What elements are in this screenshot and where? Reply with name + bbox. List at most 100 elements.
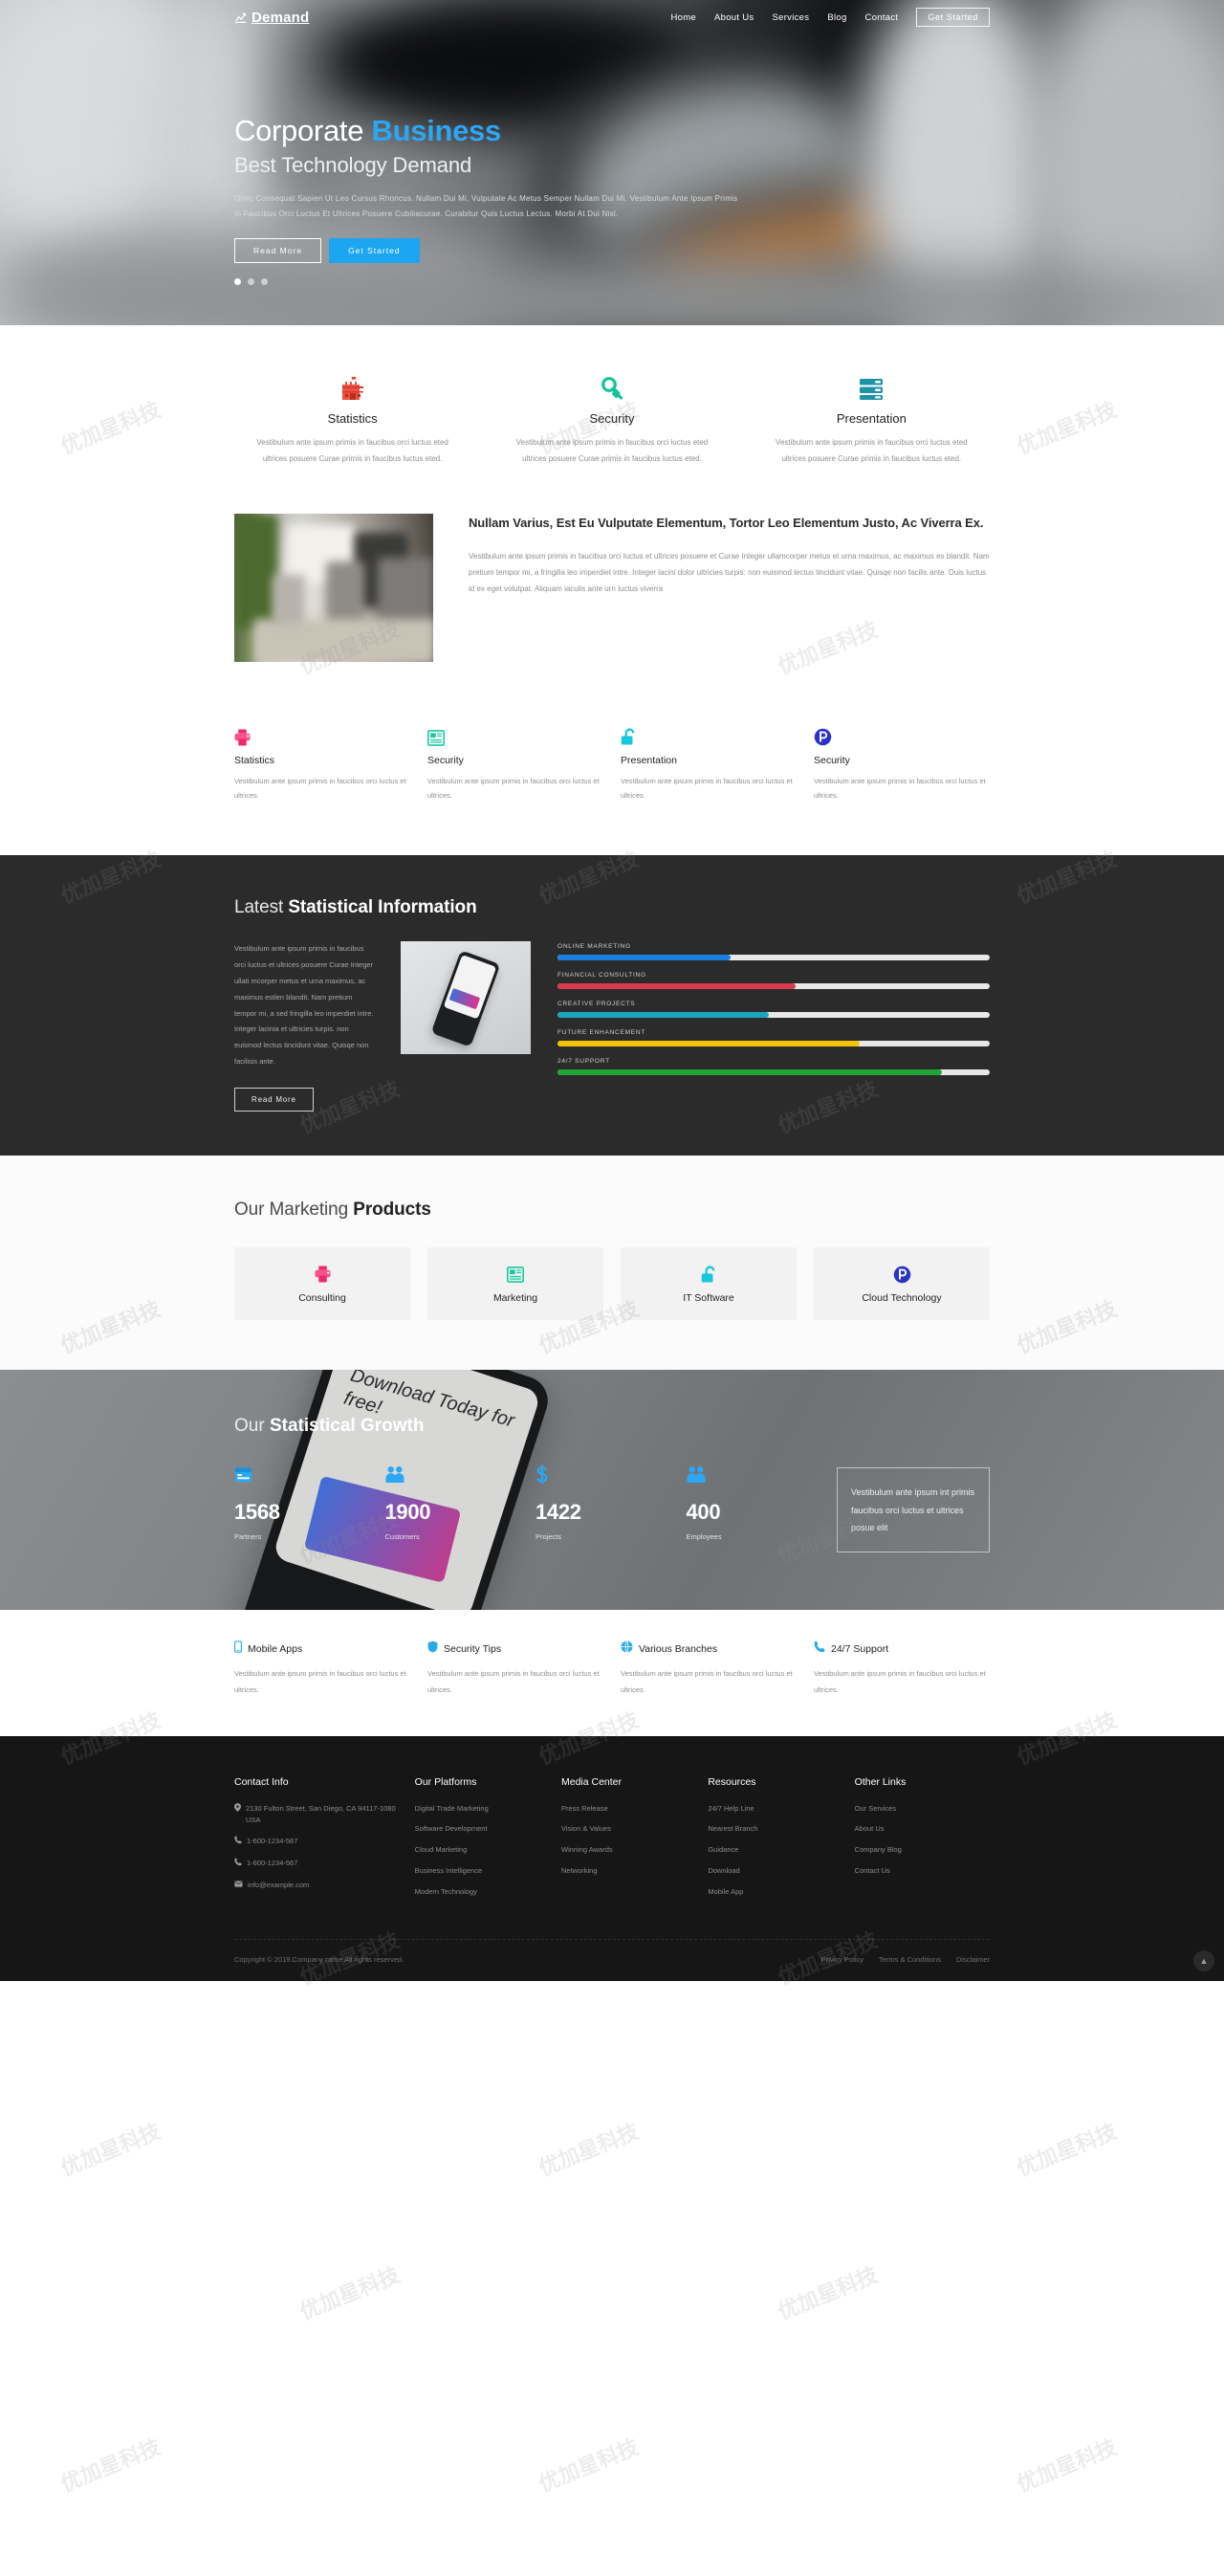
- nav-item-about-us[interactable]: About Us: [714, 12, 754, 23]
- footer-heading: Resources: [708, 1775, 756, 1788]
- feature-item[interactable]: Security Vestibulum ante ipsum primis in…: [814, 721, 990, 804]
- feature-item[interactable]: Security Vestibulum ante ipsum primis in…: [427, 721, 603, 804]
- service-item[interactable]: Security Tips Vestibulum ante ipsum prim…: [427, 1640, 603, 1697]
- footer-phone[interactable]: 1-600-1234-567: [234, 1836, 404, 1849]
- heading-bold: Statistical Information: [288, 897, 477, 918]
- hero-banner: Demand Home About Us Services Blog Conta…: [0, 0, 1224, 325]
- hero-read-more-button[interactable]: Read More: [234, 238, 322, 264]
- product-card[interactable]: IT Software: [621, 1247, 797, 1321]
- footer-link-item[interactable]: Software Development: [415, 1823, 550, 1836]
- carousel-dot-2[interactable]: [248, 278, 254, 286]
- footer-link-item[interactable]: Contact Us: [855, 1865, 990, 1878]
- footer-link-item[interactable]: Winning Awards: [561, 1844, 696, 1857]
- globe-icon: [621, 1640, 633, 1658]
- footer-link[interactable]: Modern Technology: [415, 1886, 477, 1899]
- footer-link[interactable]: Mobile App: [708, 1886, 743, 1899]
- footer-link[interactable]: Cloud Marketing: [415, 1844, 468, 1857]
- nav-item-home[interactable]: Home: [670, 12, 696, 23]
- footer-link-item[interactable]: Vision & Values: [561, 1823, 696, 1836]
- carousel-dot-1[interactable]: [234, 278, 241, 286]
- footer-link-item[interactable]: Networking: [561, 1865, 696, 1878]
- footer-link[interactable]: Software Development: [415, 1823, 488, 1836]
- nav-item-services[interactable]: Services: [772, 12, 809, 23]
- carousel-dot-3[interactable]: [261, 278, 268, 286]
- progress-track: [557, 1041, 990, 1047]
- about-heading: Nullam Varius, Est Eu Vulputate Elementu…: [469, 515, 984, 530]
- footer-link-item[interactable]: Mobile App: [708, 1886, 842, 1899]
- footer-link-item[interactable]: Company Blog: [855, 1844, 990, 1857]
- footer-link[interactable]: 24/7 Help Line: [708, 1803, 754, 1816]
- footer-phone[interactable]: 1-600-1234-567: [234, 1858, 404, 1871]
- footer-link[interactable]: Our Services: [855, 1803, 896, 1816]
- product-card[interactable]: Cloud Technology: [814, 1247, 990, 1321]
- footer-link[interactable]: Vision & Values: [561, 1823, 611, 1836]
- product-card[interactable]: Consulting: [234, 1247, 410, 1321]
- legal-link-terms[interactable]: Terms & Conditions: [879, 1955, 941, 1964]
- brand-logo[interactable]: Demand: [234, 10, 309, 26]
- footer-link-item[interactable]: Cloud Marketing: [415, 1844, 550, 1857]
- nav-item-contact[interactable]: Contact: [865, 12, 899, 23]
- footer-link-item[interactable]: Our Services: [855, 1803, 990, 1816]
- scroll-to-top-button[interactable]: ▲: [1193, 1950, 1214, 1972]
- hero-title: Corporate Business: [234, 114, 990, 147]
- service-item[interactable]: 24/7 Support Vestibulum ante ipsum primi…: [814, 1640, 990, 1697]
- nav-item-blog[interactable]: Blog: [827, 12, 846, 23]
- footer-link-item[interactable]: Press Release: [561, 1803, 696, 1816]
- nav-get-started-button[interactable]: Get Started: [916, 8, 990, 27]
- progress-row: ONLINE MARKETING: [557, 943, 990, 961]
- feature-card[interactable]: Presentation Vestibulum ante ipsum primi…: [754, 373, 990, 468]
- footer-link[interactable]: Nearest Branch: [708, 1823, 757, 1836]
- footer-link[interactable]: Contact Us: [855, 1865, 890, 1878]
- progress-label: ONLINE MARKETING: [557, 943, 631, 951]
- footer-link[interactable]: About Us: [855, 1823, 885, 1836]
- hero-get-started-button[interactable]: Get Started: [329, 238, 420, 264]
- service-item[interactable]: Various Branches Vestibulum ante ipsum p…: [621, 1640, 797, 1697]
- footer-link-item[interactable]: 24/7 Help Line: [708, 1803, 842, 1816]
- progress-fill: [557, 955, 731, 961]
- stats-read-more-button[interactable]: Read More: [234, 1088, 314, 1112]
- service-item[interactable]: Mobile Apps Vestibulum ante ipsum primis…: [234, 1640, 410, 1697]
- feature-text: Vestibulum ante ipsum primis in faucibus…: [256, 438, 448, 463]
- service-text: Vestibulum ante ipsum primis in faucibus…: [621, 1669, 793, 1694]
- legal-link-disclaimer[interactable]: Disclaimer: [956, 1955, 990, 1964]
- feature-card[interactable]: Statistics Vestibulum ante ipsum primis …: [234, 373, 470, 468]
- counter-item: 1422 Projects: [536, 1465, 671, 1541]
- footer-link[interactable]: Company Blog: [855, 1844, 902, 1857]
- unlock-icon: [630, 1263, 787, 1286]
- statistical-information-section: Latest Statistical Information Vestibulu…: [0, 855, 1224, 1156]
- footer-link[interactable]: Digital Trade Marketing: [415, 1803, 489, 1816]
- footer-link[interactable]: Download: [708, 1865, 739, 1878]
- product-title: Consulting: [298, 1292, 346, 1305]
- product-card[interactable]: Marketing: [427, 1247, 603, 1321]
- progress-fill: [557, 1069, 943, 1076]
- feature-item[interactable]: Statistics Vestibulum ante ipsum primis …: [234, 721, 410, 804]
- footer-link-item[interactable]: About Us: [855, 1823, 990, 1836]
- footer-link[interactable]: Press Release: [561, 1803, 608, 1816]
- legal-link-privacy[interactable]: Privicy Policy: [821, 1955, 863, 1964]
- chart-line-icon: [234, 11, 247, 24]
- footer-link[interactable]: Networking: [561, 1865, 598, 1878]
- footer-email[interactable]: info@example.com: [234, 1880, 404, 1892]
- site-footer: Contact Info 2130 Fulton Street, San Die…: [0, 1735, 1224, 1982]
- newspaper-icon: [427, 721, 603, 746]
- heading-light: Our: [234, 1416, 270, 1437]
- footer-link-item[interactable]: Download: [708, 1865, 842, 1878]
- footer-link-item[interactable]: Modern Technology: [415, 1886, 550, 1899]
- feature-title: Presentation: [621, 754, 677, 766]
- hero-title-part1: Corporate: [234, 114, 364, 147]
- section-heading: Latest Statistical Information: [234, 897, 990, 918]
- counter-value: 1422: [536, 1500, 581, 1525]
- feature-item[interactable]: Presentation Vestibulum ante ipsum primi…: [621, 721, 797, 804]
- feature-card[interactable]: Security Vestibulum ante ipsum primis in…: [493, 373, 730, 468]
- footer-link-item[interactable]: Nearest Branch: [708, 1823, 842, 1836]
- counter-label: Projects: [536, 1532, 562, 1542]
- about-section: Nullam Varius, Est Eu Vulputate Elementu…: [0, 513, 1224, 700]
- service-title: Security Tips: [444, 1643, 502, 1656]
- footer-link[interactable]: Guidance: [708, 1844, 738, 1857]
- footer-link-item[interactable]: Digital Trade Marketing: [415, 1803, 550, 1816]
- footer-link-item[interactable]: Guidance: [708, 1844, 842, 1857]
- footer-link-item[interactable]: Business Intelligence: [415, 1865, 550, 1878]
- counter-label: Customers: [384, 1532, 420, 1542]
- footer-link[interactable]: Business Intelligence: [415, 1865, 482, 1878]
- footer-link[interactable]: Winning Awards: [561, 1844, 613, 1857]
